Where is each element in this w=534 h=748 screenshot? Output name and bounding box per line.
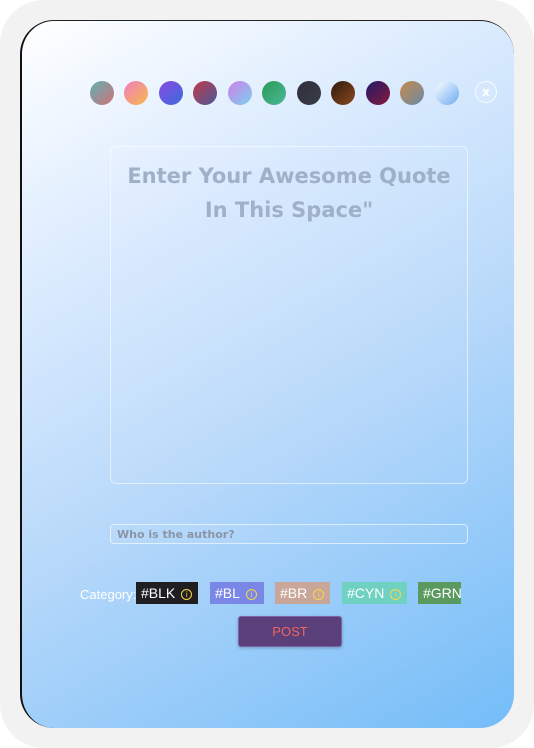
quote-placeholder: Enter Your Awesome Quote In This Space"	[110, 159, 468, 227]
swatch-pink-orange[interactable]	[124, 81, 148, 105]
info-icon: i	[313, 589, 325, 600]
tag-label: #BL	[215, 585, 240, 601]
category-label: Category:	[80, 587, 137, 602]
swatch-navy-maroon[interactable]	[366, 81, 390, 105]
category-tag-bl[interactable]: #BL i	[210, 582, 264, 604]
category-tag-cyn[interactable]: #CYN i	[342, 582, 407, 604]
swatch-white-blue[interactable]	[435, 81, 459, 105]
tag-label: #GRN	[423, 585, 461, 601]
post-button[interactable]: POST	[238, 616, 342, 647]
category-tag-grn[interactable]: #GRN	[418, 582, 461, 604]
swatch-crimson-blue[interactable]	[193, 81, 217, 105]
author-input[interactable]	[110, 524, 468, 544]
info-icon: i	[245, 589, 257, 600]
category-tag-blk[interactable]: #BLK i	[136, 582, 198, 604]
info-icon: i	[390, 589, 402, 600]
quote-placeholder-line1: Enter Your Awesome Quote	[127, 164, 451, 188]
tag-label: #BLK	[141, 585, 176, 601]
swatch-tan-slate[interactable]	[400, 81, 424, 105]
quote-placeholder-line2: In This Space"	[204, 198, 374, 222]
swatch-violet-blue[interactable]	[159, 81, 183, 105]
category-tag-br[interactable]: #BR i	[275, 582, 330, 604]
swatch-dark-brown[interactable]	[331, 81, 355, 105]
tag-label: #BR	[280, 585, 308, 601]
swatch-teal-rose[interactable]	[90, 81, 114, 105]
quote-composer-card: x Enter Your Awesome Quote In This Space…	[20, 20, 514, 728]
close-button[interactable]: x	[475, 81, 497, 103]
swatch-green-teal[interactable]	[262, 81, 286, 105]
swatch-charcoal[interactable]	[297, 81, 321, 105]
tag-label: #CYN	[347, 585, 385, 601]
info-icon: i	[181, 589, 193, 600]
swatch-lilac-cyan[interactable]	[228, 81, 252, 105]
